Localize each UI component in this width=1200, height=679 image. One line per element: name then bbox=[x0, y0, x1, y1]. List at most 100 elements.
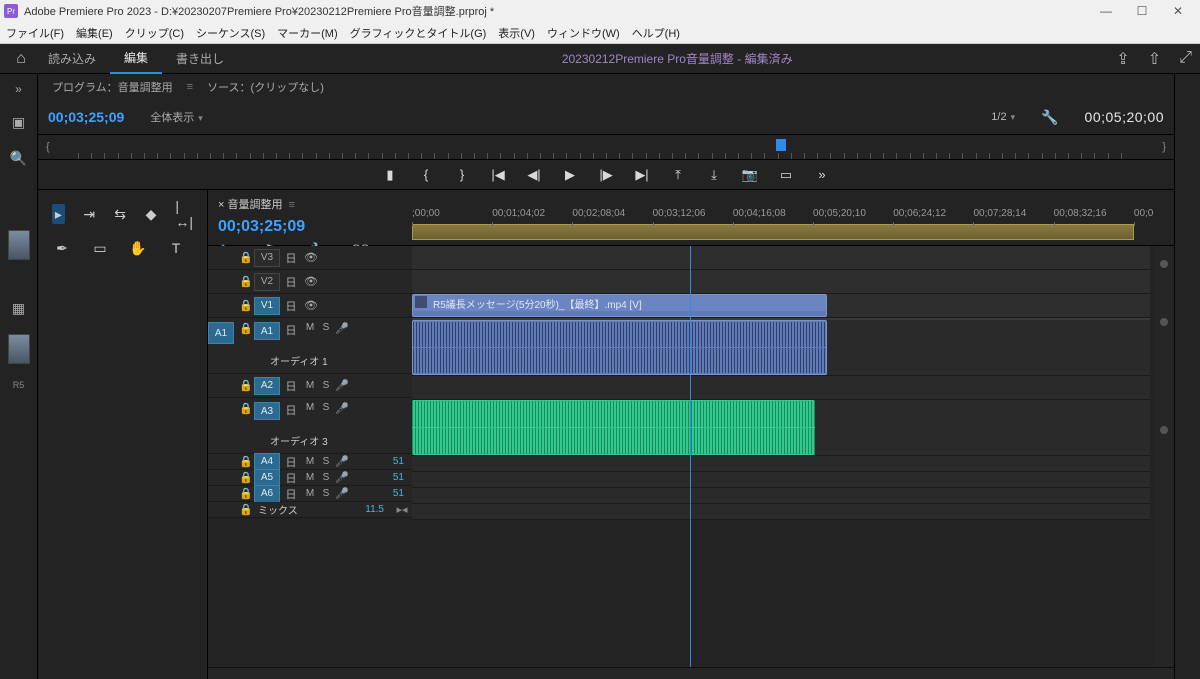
close-button[interactable]: ✕ bbox=[1160, 0, 1196, 22]
eye-icon[interactable]: 👁 bbox=[302, 275, 320, 288]
timeline-tracks[interactable]: R5議長メッセージ(5分20秒)_【最終】.mp4 [V] bbox=[412, 246, 1174, 667]
track-target-v1[interactable]: V1 bbox=[254, 297, 280, 315]
home-icon[interactable]: ⌂ bbox=[8, 50, 34, 68]
track-lane-v2[interactable] bbox=[412, 270, 1150, 294]
lock-icon[interactable]: 🔒 bbox=[238, 299, 254, 312]
track-lane-a1[interactable] bbox=[412, 320, 1150, 376]
settings-icon[interactable]: 🔧 bbox=[1041, 109, 1058, 126]
sync-lock-icon[interactable]: 日 bbox=[280, 250, 302, 266]
sequence-name[interactable]: × 音量調整用 bbox=[218, 199, 282, 211]
menu-help[interactable]: ヘルプ(H) bbox=[632, 25, 680, 41]
track-target-a3[interactable]: A3 bbox=[254, 402, 280, 420]
menu-markers[interactable]: マーカー(M) bbox=[277, 25, 338, 41]
lock-icon[interactable]: 🔒 bbox=[238, 455, 254, 468]
lock-icon[interactable]: 🔒 bbox=[238, 322, 254, 335]
pen-tool-icon[interactable]: ✒ bbox=[52, 238, 72, 258]
track-header-v1[interactable]: 🔒 V1 日👁 bbox=[208, 294, 412, 318]
compare-icon[interactable]: ▭ bbox=[777, 166, 795, 184]
track-header-a6[interactable]: 🔒 A6 日 M S 🎤 51 bbox=[208, 486, 412, 502]
share-icon[interactable]: ⇧ bbox=[1148, 49, 1161, 69]
mute-button[interactable]: M bbox=[302, 488, 318, 499]
sync-lock-icon[interactable]: 日 bbox=[280, 486, 302, 502]
track-target-v2[interactable]: V2 bbox=[254, 273, 280, 291]
voiceover-icon[interactable]: 🎤 bbox=[334, 487, 350, 500]
workspace-tab-import[interactable]: 読み込み bbox=[34, 44, 110, 74]
track-lane-v3[interactable] bbox=[412, 246, 1150, 270]
menu-graphics[interactable]: グラフィックとタイトル(G) bbox=[350, 25, 487, 41]
mark-in-icon[interactable]: { bbox=[417, 166, 435, 184]
clip-audio-a1[interactable] bbox=[412, 320, 827, 375]
hand-tool-icon[interactable]: ✋ bbox=[128, 238, 148, 258]
selection-tool-icon[interactable]: ▸ bbox=[52, 204, 65, 224]
solo-button[interactable]: S bbox=[318, 472, 334, 483]
track-select-tool-icon[interactable]: ⇥ bbox=[83, 204, 96, 224]
timeline-zoom-scrollbar[interactable] bbox=[208, 667, 1174, 679]
panel-menu-icon[interactable]: ≡ bbox=[288, 199, 294, 211]
mix-value[interactable]: 11.5 bbox=[365, 504, 384, 515]
mute-button[interactable]: M bbox=[302, 456, 318, 467]
track-header-mix[interactable]: 🔒 ミックス 11.5 ▸◂ bbox=[208, 502, 412, 518]
go-in-icon[interactable]: |◀ bbox=[489, 166, 507, 184]
extract-icon[interactable]: ⤓ bbox=[705, 166, 723, 184]
expand-icon[interactable]: ▸◂ bbox=[392, 503, 412, 516]
vertical-scrollbar[interactable] bbox=[1154, 246, 1174, 667]
track-header-a3[interactable]: 🔒 A3 日 M S 🎤 オーディオ 3 bbox=[208, 398, 412, 454]
add-marker-icon[interactable]: ▮ bbox=[381, 166, 399, 184]
track-target-a2[interactable]: A2 bbox=[254, 377, 280, 395]
sync-lock-icon[interactable]: 日 bbox=[280, 378, 302, 394]
program-playhead[interactable] bbox=[776, 139, 786, 151]
source-patch-a1[interactable]: A1 bbox=[208, 322, 234, 344]
track-lane-a2[interactable] bbox=[412, 376, 1150, 400]
lift-icon[interactable]: ⤒ bbox=[669, 166, 687, 184]
timeline-ruler[interactable]: ;00;0000;01;04;0200;02;08;0400;03;12;060… bbox=[412, 190, 1174, 245]
mute-button[interactable]: M bbox=[302, 472, 318, 483]
go-out-icon[interactable]: ▶| bbox=[633, 166, 651, 184]
program-timecode[interactable]: 00;03;25;09 bbox=[48, 109, 124, 125]
menu-view[interactable]: 表示(V) bbox=[498, 25, 535, 41]
track-lane-a4[interactable] bbox=[412, 456, 1150, 472]
sync-lock-icon[interactable]: 日 bbox=[280, 298, 302, 314]
menu-clip[interactable]: クリップ(C) bbox=[125, 25, 184, 41]
menu-edit[interactable]: 編集(E) bbox=[76, 25, 113, 41]
in-point-icon[interactable]: { bbox=[46, 141, 50, 153]
menu-file[interactable]: ファイル(F) bbox=[6, 25, 64, 41]
track-target-a6[interactable]: A6 bbox=[254, 485, 280, 503]
eye-icon[interactable]: 👁 bbox=[302, 251, 320, 264]
solo-button[interactable]: S bbox=[318, 402, 334, 413]
out-point-icon[interactable]: } bbox=[1162, 141, 1166, 153]
rectangle-tool-icon[interactable]: ▭ bbox=[90, 238, 110, 258]
maximize-button[interactable]: ☐ bbox=[1124, 0, 1160, 22]
track-target-a1[interactable]: A1 bbox=[254, 322, 280, 340]
plus-icon[interactable]: » bbox=[813, 166, 831, 184]
track-header-a4[interactable]: 🔒 A4 日 M S 🎤 51 bbox=[208, 454, 412, 470]
sync-lock-icon[interactable]: 日 bbox=[280, 470, 302, 486]
step-fwd-icon[interactable]: |▶ bbox=[597, 166, 615, 184]
lock-icon[interactable]: 🔒 bbox=[238, 487, 254, 500]
track-lane-mix[interactable] bbox=[412, 504, 1150, 520]
grid-icon[interactable]: ▦ bbox=[9, 298, 29, 318]
quick-export-icon[interactable]: ⇪ bbox=[1116, 49, 1129, 69]
lock-icon[interactable]: 🔒 bbox=[238, 275, 254, 288]
preview-scale[interactable]: 1/2▾ bbox=[991, 111, 1015, 123]
project-icon[interactable]: ▣ bbox=[9, 112, 29, 132]
workspace-tab-edit[interactable]: 編集 bbox=[110, 44, 162, 74]
voiceover-icon[interactable]: 🎤 bbox=[334, 322, 350, 335]
clip-audio-a3[interactable] bbox=[412, 400, 815, 455]
step-back-icon[interactable]: ◀| bbox=[525, 166, 543, 184]
track-header-a2[interactable]: 🔒 A2 日 M S 🎤 bbox=[208, 374, 412, 398]
voiceover-icon[interactable]: 🎤 bbox=[334, 471, 350, 484]
track-lane-v1[interactable]: R5議長メッセージ(5分20秒)_【最終】.mp4 [V] bbox=[412, 294, 1150, 318]
bin-thumb[interactable] bbox=[8, 334, 30, 364]
minimize-button[interactable]: — bbox=[1088, 0, 1124, 22]
voiceover-icon[interactable]: 🎤 bbox=[334, 402, 350, 415]
panel-menu-icon[interactable]: ≡ bbox=[187, 81, 193, 93]
solo-button[interactable]: S bbox=[318, 456, 334, 467]
fullscreen-icon[interactable]: ⤢ bbox=[1179, 49, 1192, 69]
track-lane-a5[interactable] bbox=[412, 472, 1150, 488]
timeline-playhead[interactable] bbox=[690, 246, 691, 667]
voiceover-icon[interactable]: 🎤 bbox=[334, 455, 350, 468]
track-target-v3[interactable]: V3 bbox=[254, 249, 280, 267]
mute-button[interactable]: M bbox=[302, 322, 318, 333]
export-frame-icon[interactable]: 📷 bbox=[741, 166, 759, 184]
fx-badge-icon[interactable] bbox=[415, 296, 427, 308]
